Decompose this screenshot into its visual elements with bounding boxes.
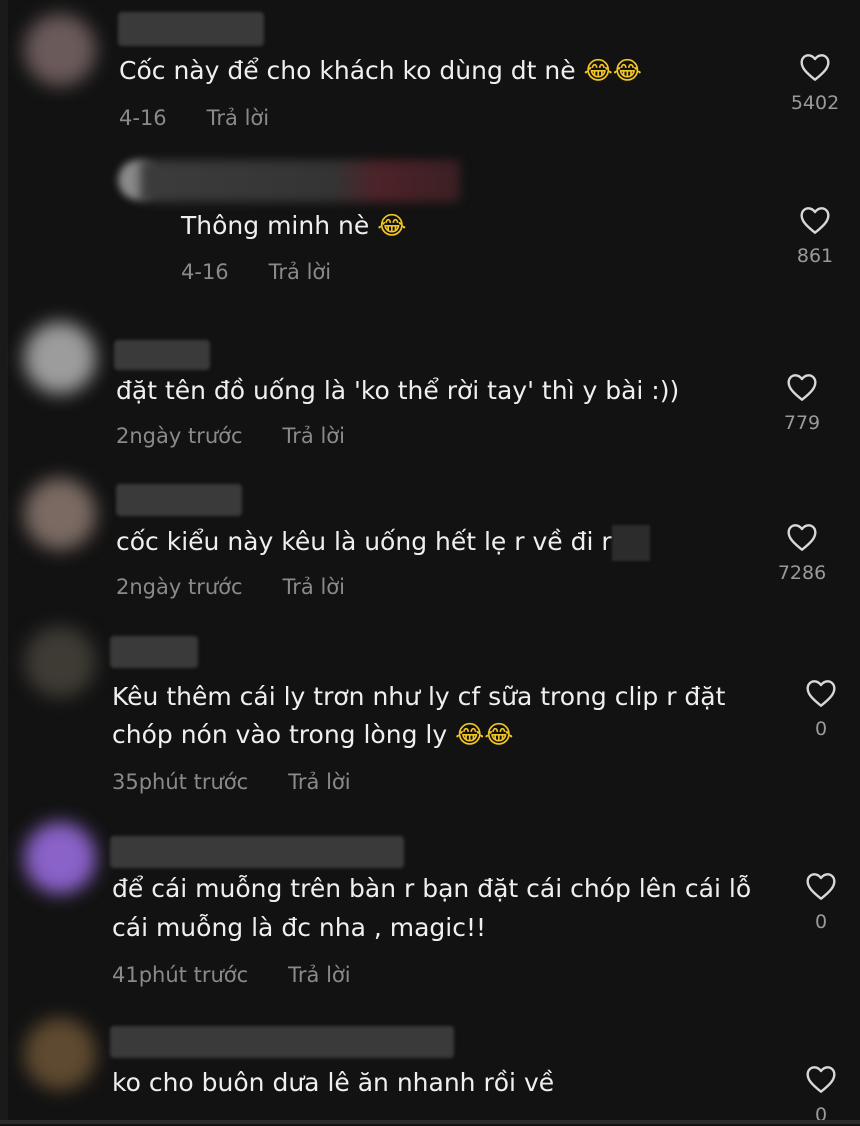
username-redacted[interactable] (114, 340, 210, 370)
comment-text: Cốc này để cho khách ko dùng dt nè 😂😂 (119, 56, 642, 85)
like-button[interactable]: 779 (767, 372, 837, 434)
timestamp: 35phút trước (112, 770, 249, 794)
like-button[interactable]: 861 (780, 205, 850, 267)
avatar[interactable] (24, 822, 96, 894)
like-count: 0 (814, 911, 828, 933)
heart-outline-icon (800, 207, 830, 234)
username-redacted[interactable] (110, 1026, 454, 1058)
comment-meta: 2ngày trước Trả lời (116, 424, 345, 448)
like-button[interactable]: 7286 (767, 522, 837, 584)
comment-text: đặt tên đồ uống là 'ko thể rời tay' thì … (116, 376, 680, 405)
like-count: 861 (796, 245, 834, 267)
username-redacted[interactable] (110, 836, 404, 868)
like-count: 5402 (790, 92, 840, 114)
username-redacted[interactable] (118, 12, 264, 46)
reply-button[interactable]: Trả lời (288, 963, 350, 987)
username-redacted[interactable] (116, 484, 242, 516)
username-redacted[interactable] (140, 160, 460, 202)
avatar[interactable] (24, 14, 96, 86)
avatar[interactable] (24, 322, 96, 394)
heart-outline-icon (800, 54, 830, 81)
like-button[interactable]: 0 (786, 678, 856, 740)
like-count: 0 (814, 718, 828, 740)
heart-outline-icon (787, 524, 817, 551)
reply-button[interactable]: Trả lời (288, 770, 350, 794)
timestamp: 41phút trước (112, 963, 249, 987)
comment-meta: 35phút trước Trả lời (112, 770, 351, 794)
comment-text: cốc kiểu này kêu là uống hết lẹ r về đi … (116, 523, 650, 561)
comment-text-line-1: Kêu thêm cái ly trơn như ly cf sữa trong… (112, 682, 726, 711)
like-button[interactable]: 0 (786, 1064, 856, 1126)
avatar[interactable] (24, 478, 96, 550)
heart-outline-icon (806, 873, 836, 900)
comment-text: ko cho buôn dưa lê ăn nhanh rồi về (112, 1068, 555, 1097)
avatar[interactable] (24, 626, 96, 698)
timestamp: 2ngày trước (116, 424, 243, 448)
username-redacted[interactable] (110, 636, 198, 668)
comment-text-line-2: chóp nón vào trong lòng ly 😂😂 (112, 720, 514, 749)
bottom-edge (0, 1120, 860, 1124)
avatar[interactable] (24, 1018, 96, 1090)
comment-meta: 41phút trước Trả lời (112, 963, 351, 987)
like-count: 779 (783, 412, 821, 434)
heart-outline-icon (806, 680, 836, 707)
timestamp: 4-16 (181, 260, 229, 284)
comment-text-line-1: để cái muỗng trên bàn r bạn đặt cái chóp… (112, 874, 752, 903)
left-edge (0, 0, 8, 1124)
timestamp: 2ngày trước (116, 575, 243, 599)
like-button[interactable]: 0 (786, 871, 856, 933)
comment-meta: 4-16 Trả lời (181, 260, 331, 284)
reply-button[interactable]: Trả lời (269, 260, 331, 284)
heart-outline-icon (806, 1066, 836, 1093)
redacted-text (611, 525, 650, 561)
like-button[interactable]: 5402 (780, 52, 850, 114)
reply-button[interactable]: Trả lời (207, 106, 269, 130)
comment-text-line-2: cái muỗng là đc nha , magic!! (112, 913, 487, 942)
timestamp: 4-16 (119, 106, 167, 130)
comment-meta: 4-16 Trả lời (119, 106, 269, 130)
comment-text: Thông minh nè 😂 (181, 211, 407, 240)
reply-button[interactable]: Trả lời (283, 575, 345, 599)
comment-meta: 2ngày trước Trả lời (116, 575, 345, 599)
reply-button[interactable]: Trả lời (283, 424, 345, 448)
heart-outline-icon (787, 374, 817, 401)
like-count: 7286 (777, 562, 827, 584)
